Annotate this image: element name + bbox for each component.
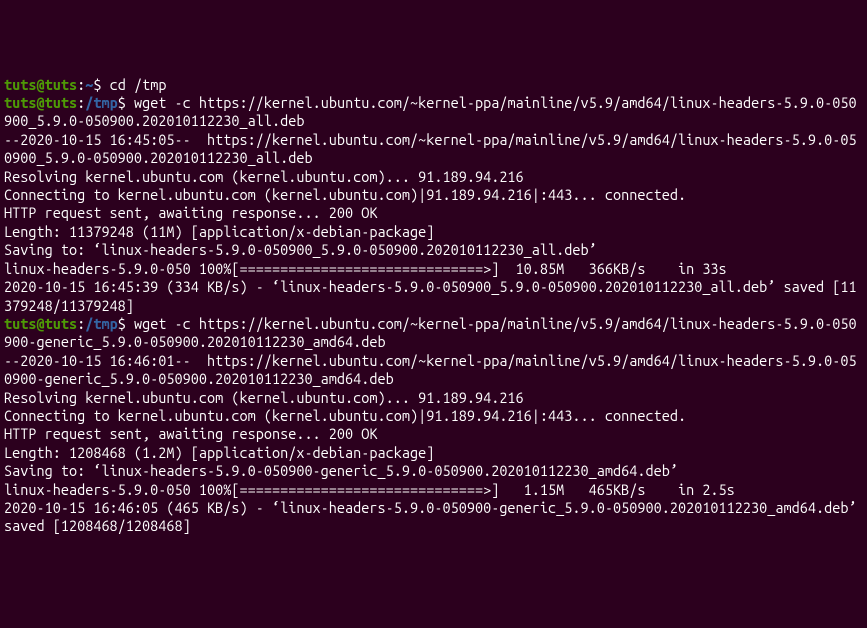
wget2-saving: Saving to: ‘linux-headers-5.9.0-050900-g… [4,462,863,480]
wget1-progress: linux-headers-5.9.0-050 100%[===========… [4,260,863,278]
wget1-resolving: Resolving kernel.ubuntu.com (kernel.ubun… [4,168,863,186]
wget1-connecting: Connecting to kernel.ubuntu.com (kernel.… [4,186,863,204]
prompt-colon: : [77,94,85,111]
wget2-resolving: Resolving kernel.ubuntu.com (kernel.ubun… [4,389,863,407]
terminal-output[interactable]: tuts@tuts:~$ cd /tmptuts@tuts:/tmp$ wget… [4,76,863,536]
wget2-timestamp: --2020-10-15 16:46:01-- https://kernel.u… [4,352,863,389]
wget1-saved: 2020-10-15 16:45:39 (334 KB/s) - ‘linux-… [4,278,863,315]
prompt-path-tmp: /tmp [85,315,117,332]
wget2-connecting: Connecting to kernel.ubuntu.com (kernel.… [4,407,863,425]
prompt-dollar: $ [93,76,101,93]
wget1-timestamp: --2020-10-15 16:45:05-- https://kernel.u… [4,131,863,168]
prompt-user: tuts [4,94,36,111]
wget1-saving: Saving to: ‘linux-headers-5.9.0-050900_5… [4,241,863,259]
prompt-line-3: tuts@tuts:/tmp$ wget -c https://kernel.u… [4,315,863,352]
command-cd: cd /tmp [110,76,167,93]
prompt-at: @ [36,76,44,93]
wget2-http-response: HTTP request sent, awaiting response... … [4,425,863,443]
prompt-path-tmp: /tmp [85,94,117,111]
prompt-host: tuts [45,94,77,111]
prompt-host: tuts [45,315,77,332]
wget2-progress: linux-headers-5.9.0-050 100%[===========… [4,481,863,499]
prompt-colon: : [77,76,85,93]
wget2-saved: 2020-10-15 16:46:05 (465 KB/s) - ‘linux-… [4,499,863,536]
prompt-colon: : [77,315,85,332]
command-wget-1: wget -c https://kernel.ubuntu.com/~kerne… [4,94,857,129]
prompt-at: @ [36,94,44,111]
prompt-line-1: tuts@tuts:~$ cd /tmp [4,76,863,94]
prompt-user: tuts [4,315,36,332]
wget1-http-response: HTTP request sent, awaiting response... … [4,204,863,222]
prompt-line-2: tuts@tuts:/tmp$ wget -c https://kernel.u… [4,94,863,131]
prompt-user: tuts [4,76,36,93]
prompt-host: tuts [45,76,77,93]
wget1-length: Length: 11379248 (11M) [application/x-de… [4,223,863,241]
prompt-dollar: $ [118,94,126,111]
prompt-dollar: $ [118,315,126,332]
prompt-at: @ [36,315,44,332]
command-wget-2: wget -c https://kernel.ubuntu.com/~kerne… [4,315,857,350]
wget2-length: Length: 1208468 (1.2M) [application/x-de… [4,444,863,462]
